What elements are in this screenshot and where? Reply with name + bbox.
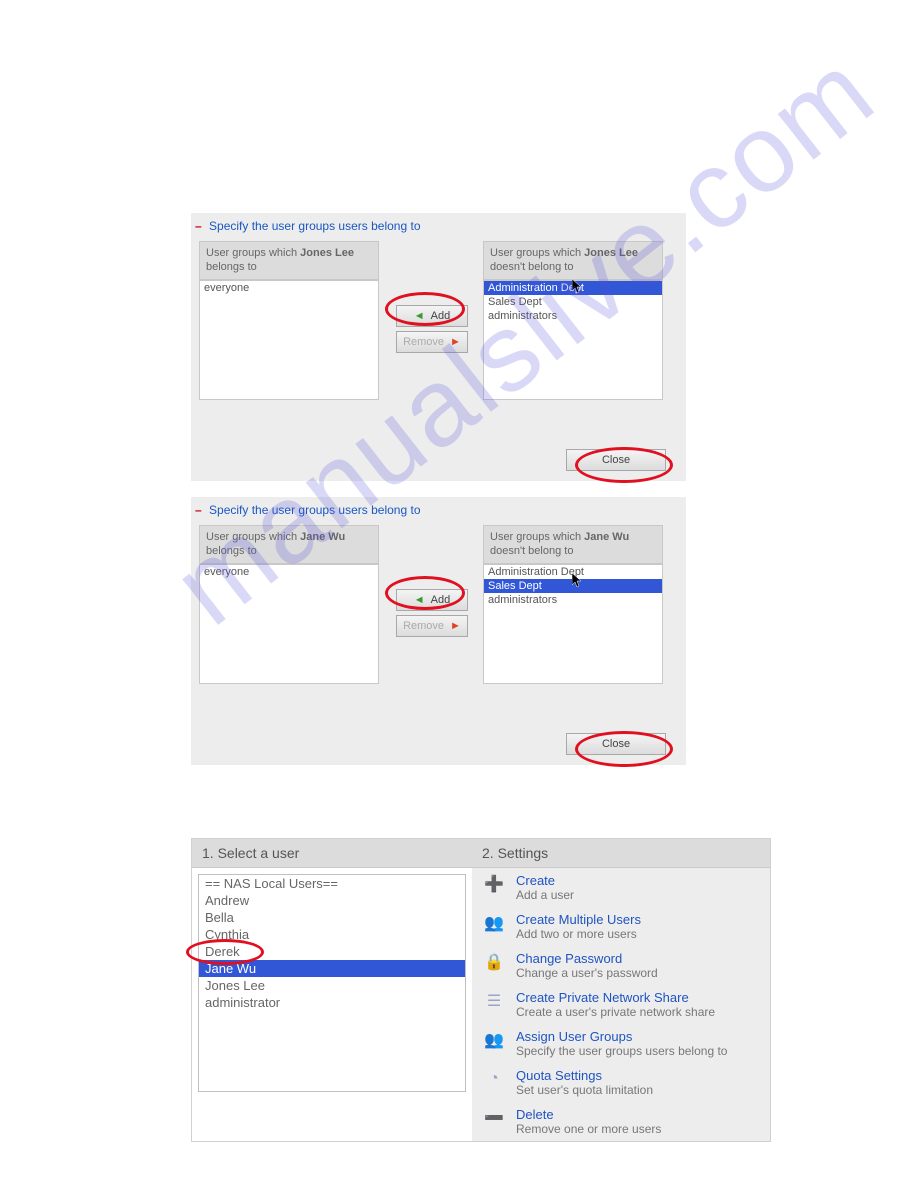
- belongs-list[interactable]: everyone: [199, 280, 379, 400]
- hdr-prefix: User groups which: [206, 247, 300, 259]
- hdr-user: Jones Lee: [584, 247, 638, 259]
- action-title: Change Password: [516, 951, 658, 966]
- remove-label: Remove: [403, 620, 444, 632]
- user-settings-panel: 1. Select a user == NAS Local Users== An…: [191, 838, 771, 1142]
- list-item[interactable]: everyone: [200, 281, 378, 295]
- hdr-user: Jones Lee: [300, 247, 354, 259]
- remove-button[interactable]: Remove ►: [396, 331, 468, 353]
- belongs-header: User groups which Jane Wu belongs to: [199, 525, 379, 564]
- add-label: Add: [431, 310, 451, 322]
- belongs-list[interactable]: everyone: [199, 564, 379, 684]
- plus-icon: ◄: [414, 594, 425, 606]
- action-sub: Add a user: [516, 888, 574, 902]
- lock-icon: 🔒: [482, 951, 506, 973]
- add-label: Add: [431, 594, 451, 606]
- remove-button[interactable]: Remove ►: [396, 615, 468, 637]
- settings-column: 2. Settings ➕ CreateAdd a user 👥 Create …: [472, 839, 770, 1141]
- action-assign-groups[interactable]: 👥 Assign User GroupsSpecify the user gro…: [472, 1024, 770, 1063]
- minus-user-icon: ➖: [482, 1107, 506, 1129]
- multi-user-icon: 👥: [482, 912, 506, 934]
- list-item[interactable]: Jane Wu: [199, 960, 465, 977]
- list-item[interactable]: administrator: [199, 994, 465, 1011]
- action-title: Create Multiple Users: [516, 912, 641, 927]
- select-user-column: 1. Select a user == NAS Local Users== An…: [192, 839, 472, 1098]
- section-title-text: Specify the user groups users belong to: [209, 219, 420, 233]
- list-item[interactable]: administrators: [484, 593, 662, 607]
- action-sub: Specify the user groups users belong to: [516, 1044, 727, 1058]
- close-button[interactable]: Close: [566, 733, 666, 755]
- hdr-suffix: doesn't belong to: [490, 261, 573, 273]
- close-label: Close: [602, 734, 630, 754]
- hdr-user: Jane Wu: [584, 531, 629, 543]
- list-item[interactable]: Administration Dept: [484, 565, 662, 579]
- add-button[interactable]: ◄ Add: [396, 589, 468, 611]
- list-item[interactable]: everyone: [200, 565, 378, 579]
- action-title: Quota Settings: [516, 1068, 653, 1083]
- collapse-icon[interactable]: –: [195, 219, 206, 233]
- list-item[interactable]: Andrew: [199, 892, 465, 909]
- action-title: Delete: [516, 1107, 661, 1122]
- close-label: Close: [602, 450, 630, 470]
- list-item-header: == NAS Local Users==: [199, 875, 465, 892]
- assign-groups-dialog-2: – Specify the user groups users belong t…: [191, 497, 686, 765]
- list-item[interactable]: Administration Dept: [484, 281, 662, 295]
- action-title: Create Private Network Share: [516, 990, 715, 1005]
- action-title: Assign User Groups: [516, 1029, 727, 1044]
- action-change-password[interactable]: 🔒 Change PasswordChange a user's passwor…: [472, 946, 770, 985]
- list-item[interactable]: Sales Dept: [484, 295, 662, 309]
- action-quota[interactable]: ◔ Quota SettingsSet user's quota limitat…: [472, 1063, 770, 1102]
- hdr-prefix: User groups which: [206, 531, 300, 543]
- hdr-suffix: doesn't belong to: [490, 545, 573, 557]
- list-item[interactable]: Cynthia: [199, 926, 465, 943]
- action-private-share[interactable]: ☰ Create Private Network ShareCreate a u…: [472, 985, 770, 1024]
- hdr-suffix: belongs to: [206, 545, 257, 557]
- user-list[interactable]: == NAS Local Users== Andrew Bella Cynthi…: [198, 874, 466, 1092]
- action-sub: Set user's quota limitation: [516, 1083, 653, 1097]
- share-icon: ☰: [482, 990, 506, 1012]
- right-column-title: 2. Settings: [472, 839, 770, 868]
- action-title: Create: [516, 873, 574, 888]
- not-belongs-header: User groups which Jane Wu doesn't belong…: [483, 525, 663, 564]
- hdr-user: Jane Wu: [300, 531, 345, 543]
- not-belongs-list[interactable]: Administration Dept Sales Dept administr…: [483, 564, 663, 684]
- remove-label: Remove: [403, 336, 444, 348]
- plus-icon: ◄: [414, 310, 425, 322]
- action-sub: Remove one or more users: [516, 1122, 661, 1136]
- action-sub: Add two or more users: [516, 927, 641, 941]
- add-button[interactable]: ◄ Add: [396, 305, 468, 327]
- action-delete[interactable]: ➖ DeleteRemove one or more users: [472, 1102, 770, 1141]
- action-create[interactable]: ➕ CreateAdd a user: [472, 868, 770, 907]
- hdr-prefix: User groups which: [490, 531, 584, 543]
- quota-icon: ◔: [482, 1068, 506, 1090]
- section-title: – Specify the user groups users belong t…: [191, 213, 686, 239]
- action-sub: Change a user's password: [516, 966, 658, 980]
- list-item[interactable]: Bella: [199, 909, 465, 926]
- plus-user-icon: ➕: [482, 873, 506, 895]
- not-belongs-header: User groups which Jones Lee doesn't belo…: [483, 241, 663, 280]
- group-icon: 👥: [482, 1029, 506, 1051]
- list-item[interactable]: Derek: [199, 943, 465, 960]
- hdr-prefix: User groups which: [490, 247, 584, 259]
- list-item[interactable]: Sales Dept: [484, 579, 662, 593]
- arrow-right-icon: ►: [450, 336, 461, 348]
- assign-groups-dialog-1: – Specify the user groups users belong t…: [191, 213, 686, 481]
- action-list: ➕ CreateAdd a user 👥 Create Multiple Use…: [472, 868, 770, 1141]
- arrow-right-icon: ►: [450, 620, 461, 632]
- close-button[interactable]: Close: [566, 449, 666, 471]
- list-item[interactable]: Jones Lee: [199, 977, 465, 994]
- left-column-title: 1. Select a user: [192, 839, 472, 868]
- collapse-icon[interactable]: –: [195, 503, 206, 517]
- action-create-multiple[interactable]: 👥 Create Multiple UsersAdd two or more u…: [472, 907, 770, 946]
- section-title-text: Specify the user groups users belong to: [209, 503, 420, 517]
- belongs-header: User groups which Jones Lee belongs to: [199, 241, 379, 280]
- section-title: – Specify the user groups users belong t…: [191, 497, 686, 523]
- list-item[interactable]: administrators: [484, 309, 662, 323]
- action-sub: Create a user's private network share: [516, 1005, 715, 1019]
- not-belongs-list[interactable]: Administration Dept Sales Dept administr…: [483, 280, 663, 400]
- hdr-suffix: belongs to: [206, 261, 257, 273]
